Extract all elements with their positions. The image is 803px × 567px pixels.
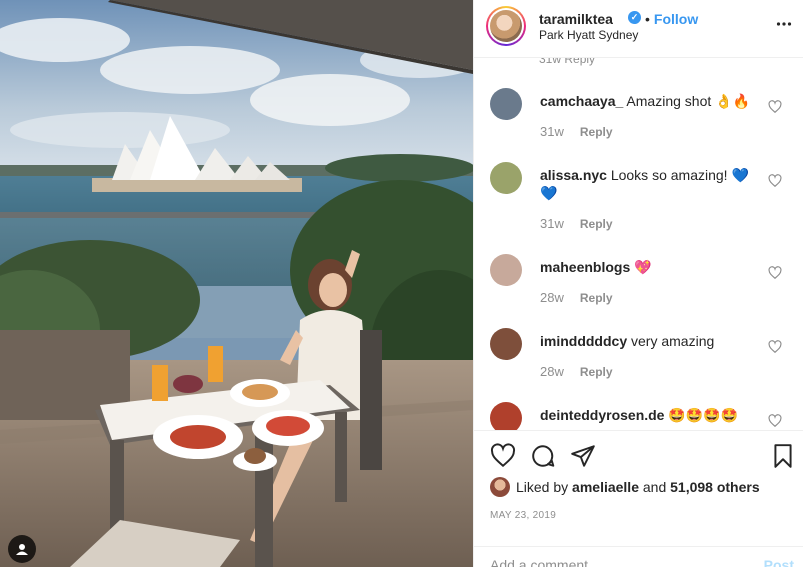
- comment-bubble-icon[interactable]: [530, 443, 556, 469]
- comment-age: 31w: [540, 124, 564, 139]
- like-heart-icon[interactable]: [490, 443, 516, 469]
- comment-text: deinteddyrosen.de 🤩🤩🤩🤩: [540, 406, 760, 424]
- commenter-avatar[interactable]: [490, 254, 522, 286]
- post-sidebar: taramilktea ✓ • Follow Park Hyatt Sydney …: [473, 0, 803, 567]
- comment-body: very amazing: [631, 333, 715, 349]
- location-link[interactable]: Park Hyatt Sydney: [539, 28, 638, 42]
- likes-count-link[interactable]: 51,098 others: [670, 479, 760, 495]
- commenter-username[interactable]: camchaaya_: [540, 93, 623, 109]
- reply-button[interactable]: Reply: [580, 217, 613, 231]
- comment-body: 🤩🤩🤩🤩: [668, 407, 739, 423]
- verified-badge-icon: ✓: [628, 11, 641, 24]
- like-comment-heart-icon[interactable]: [768, 340, 782, 354]
- follow-label: Follow: [653, 11, 699, 27]
- comment-meta: 28w Reply: [540, 290, 613, 305]
- post-photo[interactable]: [0, 0, 473, 567]
- share-send-icon[interactable]: [570, 443, 596, 469]
- comment-text: imindddddcy very amazing: [540, 332, 760, 350]
- comment-body: Amazing shot 👌🔥: [626, 93, 750, 109]
- like-comment-heart-icon[interactable]: [768, 414, 782, 428]
- likes-summary: Liked by ameliaelle and 51,098 others: [490, 477, 760, 497]
- sydney-breakfast-photo: [0, 0, 473, 567]
- liker-username[interactable]: ameliaelle: [572, 479, 639, 495]
- comment-age: 31w: [540, 216, 564, 231]
- comment-composer: Post: [474, 546, 803, 567]
- post-actions: Liked by ameliaelle and 51,098 others MA…: [474, 430, 803, 567]
- comment-text: camchaaya_ Amazing shot 👌🔥: [540, 92, 760, 110]
- comment-meta: 31w Reply: [540, 124, 613, 139]
- commenter-avatar[interactable]: [490, 328, 522, 360]
- liker-avatar[interactable]: [490, 477, 510, 497]
- commenter-username[interactable]: maheenblogs: [540, 259, 630, 275]
- tagged-user-icon[interactable]: [8, 535, 36, 563]
- reply-button[interactable]: Reply: [580, 365, 613, 379]
- commenter-avatar[interactable]: [490, 162, 522, 194]
- author-username[interactable]: taramilktea: [539, 11, 613, 27]
- dot-separator: •: [645, 11, 650, 27]
- commenter-avatar[interactable]: [490, 402, 522, 430]
- more-options-icon[interactable]: [776, 16, 792, 32]
- save-bookmark-icon[interactable]: [770, 443, 796, 469]
- author-avatar[interactable]: [486, 6, 526, 46]
- commenter-username[interactable]: imindddddcy: [540, 333, 627, 349]
- comment-meta: 28w Reply: [540, 364, 613, 379]
- like-comment-heart-icon[interactable]: [768, 266, 782, 280]
- like-comment-heart-icon[interactable]: [768, 100, 782, 114]
- comments-list[interactable]: 31w Reply camchaaya_ Amazing shot 👌🔥 31w…: [474, 58, 803, 430]
- likes-and: and: [642, 479, 667, 495]
- commenter-username[interactable]: deinteddyrosen.de: [540, 407, 664, 423]
- likes-prefix: Liked by: [516, 479, 569, 495]
- reply-button[interactable]: Reply: [580, 125, 613, 139]
- comment-text: maheenblogs 💖: [540, 258, 760, 276]
- commenter-username[interactable]: alissa.nyc: [540, 167, 607, 183]
- comment-meta-partial: 31w Reply: [539, 58, 596, 66]
- comment-age: 28w: [540, 290, 564, 305]
- like-comment-heart-icon[interactable]: [768, 174, 782, 188]
- post-date: MAY 23, 2019: [490, 510, 557, 521]
- comment-age: 28w: [540, 364, 564, 379]
- add-comment-input[interactable]: [490, 557, 730, 567]
- reply-button[interactable]: Reply: [580, 291, 613, 305]
- comment-body: 💖: [634, 259, 652, 275]
- commenter-avatar[interactable]: [490, 88, 522, 120]
- post-comment-button[interactable]: Post: [764, 557, 794, 567]
- post-header: taramilktea ✓ • Follow Park Hyatt Sydney: [474, 0, 803, 58]
- comment-text: alissa.nyc Looks so amazing! 💙 💙: [540, 166, 760, 202]
- comment-meta: 31w Reply: [540, 216, 613, 231]
- follow-button[interactable]: • Follow: [645, 11, 698, 27]
